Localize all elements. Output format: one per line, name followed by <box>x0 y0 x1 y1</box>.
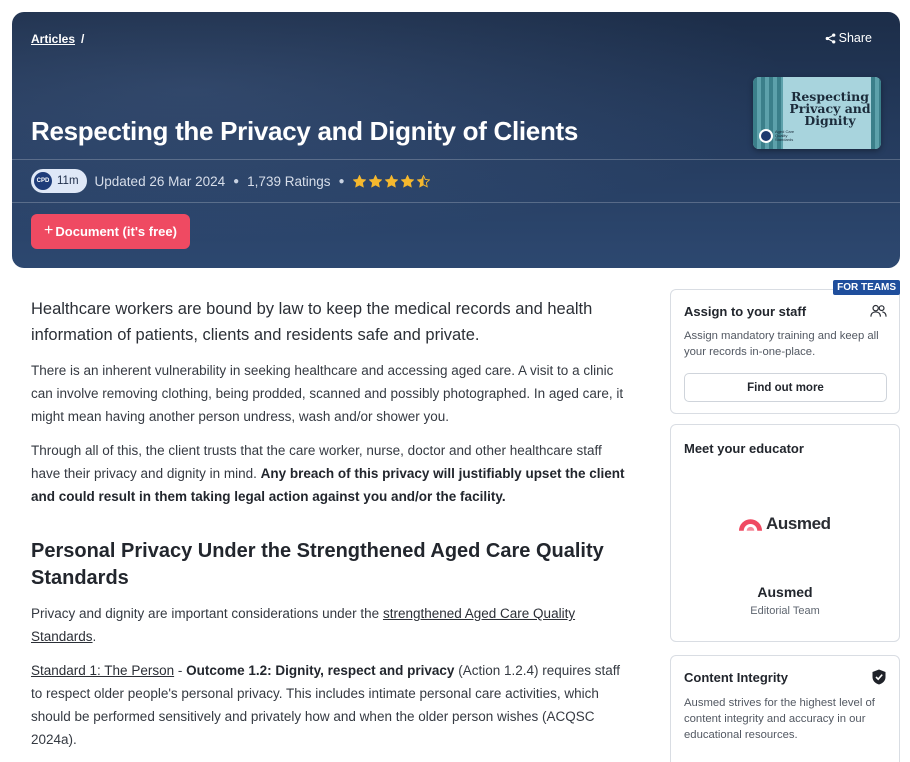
article-body: Healthcare workers are bound by law to k… <box>31 296 627 762</box>
ausmed-logo-mark-icon <box>738 519 763 531</box>
standard-1-link[interactable]: Standard 1: The Person <box>31 663 174 678</box>
half-star-icon <box>416 174 430 188</box>
educator-card: Meet your educator Ausmed Ausmed Editori… <box>670 424 900 642</box>
for-teams-tag: FOR TEAMS <box>833 280 900 295</box>
star-icon <box>384 174 398 188</box>
star-icon <box>400 174 414 188</box>
assign-description: Assign mandatory training and keep all y… <box>684 330 879 358</box>
ausmed-logo-wordmark: Ausmed <box>766 514 831 533</box>
thumbnail-badge-icon <box>759 129 773 143</box>
paragraph-bold-text: Outcome 1.2: Dignity, respect and privac… <box>186 663 455 678</box>
article-lead: Healthcare workers are bound by law to k… <box>31 300 593 344</box>
paragraph-text: Privacy and dignity are important consid… <box>31 606 383 621</box>
article-paragraph: Privacy and dignity are important consid… <box>31 602 627 648</box>
hero-divider <box>12 159 900 160</box>
section-heading: Personal Privacy Under the Strengthened … <box>31 540 604 589</box>
add-document-label: Document (it's free) <box>55 224 177 239</box>
educator-card-title: Meet your educator <box>684 441 804 456</box>
assign-title: Assign to your staff <box>684 304 807 319</box>
article-meta: CPD 11m Updated 26 Mar 2024 ● 1,739 Rati… <box>31 169 430 193</box>
educator-role: Editorial Team <box>750 605 820 617</box>
hero-divider <box>12 202 900 203</box>
article-hero: Articles / Share Respecting the Privacy … <box>12 12 900 268</box>
find-out-more-button[interactable]: Find out more <box>684 373 887 402</box>
article-paragraph: Standard 1: The Person - Outcome 1.2: Di… <box>31 659 627 751</box>
thumbnail-badge-text: Aged Care Quality Standards <box>775 129 795 142</box>
integrity-title: Content Integrity <box>684 670 788 685</box>
meta-bullet: ● <box>338 175 345 187</box>
article-paragraph: There is an inherent vulnerability in se… <box>31 363 624 424</box>
people-icon <box>870 304 887 317</box>
updated-date: Updated 26 Mar 2024 <box>94 173 226 189</box>
plus-icon: + <box>44 222 54 239</box>
ratings-count: 1,739 Ratings <box>247 173 331 189</box>
paragraph-text: . <box>92 629 97 644</box>
article-paragraph: Through all of this, the client trusts t… <box>31 439 627 508</box>
breadcrumb: Articles / <box>31 32 84 46</box>
paragraph-text: - <box>174 663 187 678</box>
breadcrumb-articles-link[interactable]: Articles <box>31 32 75 46</box>
assign-staff-card: FOR TEAMS Assign to your staff Assign ma… <box>670 280 900 414</box>
cpd-duration-badge: CPD 11m <box>31 169 87 193</box>
star-icon <box>368 174 382 188</box>
share-icon <box>825 32 835 44</box>
share-label: Share <box>838 31 872 45</box>
star-icon <box>352 174 366 188</box>
rating-stars <box>352 174 430 188</box>
add-document-button[interactable]: + Document (it's free) <box>31 214 190 249</box>
ausmed-logo: Ausmed <box>738 514 831 534</box>
integrity-description: Ausmed strives for the highest level of … <box>684 697 875 741</box>
page-title: Respecting the Privacy and Dignity of Cl… <box>31 116 579 146</box>
share-button[interactable]: Share <box>825 31 872 45</box>
article-thumbnail: Respecting Privacy and Dignity Aged Care… <box>753 77 881 149</box>
breadcrumb-separator: / <box>81 32 85 46</box>
content-integrity-card: Content Integrity Ausmed strives for the… <box>670 655 900 762</box>
meta-bullet: ● <box>233 175 240 187</box>
educator-name: Ausmed <box>757 584 813 600</box>
shield-check-icon <box>872 669 886 685</box>
duration-text: 11m <box>57 175 79 187</box>
cpd-icon: CPD <box>34 172 52 190</box>
thumbnail-title: Respecting Privacy and Dignity <box>789 89 871 128</box>
